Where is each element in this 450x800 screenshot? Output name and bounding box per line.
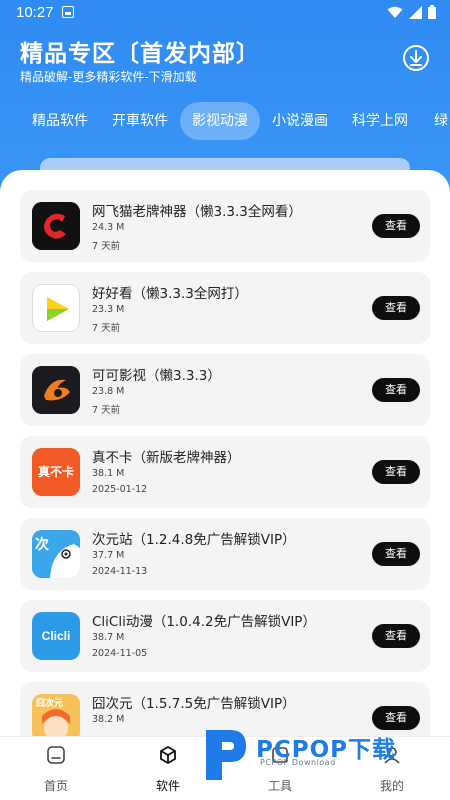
app-size: 37.7 M <box>92 550 125 561</box>
play-triangle-icon <box>32 284 80 332</box>
view-button[interactable]: 查看 <box>372 378 420 402</box>
battery-icon <box>428 5 436 19</box>
jiong-anime-icon: 囧次元 <box>32 694 80 742</box>
signal-icon <box>409 5 422 19</box>
app-card[interactable]: Clicli CliCli动漫（1.0.4.2免广告解锁VIP） 38.7 M … <box>20 600 430 672</box>
app-card[interactable]: 网飞猫老牌神器（懒3.3.3全网看） 24.3 M 7 天前 查看 <box>20 190 430 262</box>
watermark-sub: PCPOP Download <box>260 758 336 767</box>
tab-jingpin[interactable]: 精品软件 <box>22 102 98 140</box>
tab-yingshi[interactable]: 影视动漫 <box>180 102 260 140</box>
app-size: 23.8 M <box>92 386 125 397</box>
wifi-icon <box>387 6 403 18</box>
app-name: 可可影视（懒3.3.3） <box>92 368 221 384</box>
status-icons <box>387 5 436 19</box>
app-name: 囧次元（1.5.7.5免广告解锁VIP） <box>92 696 296 712</box>
netflix-cat-icon <box>32 202 80 250</box>
download-icon[interactable] <box>402 44 430 72</box>
app-card[interactable]: 好好看（懒3.3.3全网打） 23.3 M 7 天前 查看 <box>20 272 430 344</box>
app-date: 7 天前 <box>92 405 121 416</box>
ciyuan-mascot-icon: 次 <box>32 530 80 578</box>
view-button[interactable]: 查看 <box>372 460 420 484</box>
watermark: PCPOP下载 PCPOP Download <box>200 716 440 786</box>
cube-icon <box>160 746 176 764</box>
app-card[interactable]: 次 次元站（1.2.4.8免广告解锁VIP） 37.7 M 2024-11-13… <box>20 518 430 590</box>
tab-kexue[interactable]: 科学上网 <box>342 102 418 140</box>
ciyuan-logo-text: 次 <box>35 537 49 553</box>
home-icon <box>47 746 65 764</box>
view-button[interactable]: 查看 <box>372 214 420 238</box>
app-card[interactable]: 可可影视（懒3.3.3） 23.8 M 7 天前 查看 <box>20 354 430 426</box>
view-button[interactable]: 查看 <box>372 624 420 648</box>
page-subtitle: 精品破解-更多精彩软件-下滑加载 <box>20 70 197 84</box>
app-date: 2025-01-12 <box>92 484 148 495</box>
zhenbuka-logo-text: 真不卡 <box>37 465 74 479</box>
category-tabs: 精品软件 开車软件 影视动漫 小说漫画 科学上网 绿 <box>0 102 450 142</box>
app-date: 7 天前 <box>92 323 121 334</box>
app-name: 次元站（1.2.4.8免广告解锁VIP） <box>92 532 296 548</box>
app-name: 网飞猫老牌神器（懒3.3.3全网看） <box>92 204 302 220</box>
view-button[interactable]: 查看 <box>372 296 420 320</box>
status-time: 10:27 <box>16 4 54 21</box>
status-bar: 10:27 <box>0 0 450 26</box>
app-size: 38.1 M <box>92 468 125 479</box>
app-name: 真不卡（新版老牌神器） <box>92 450 241 466</box>
tab-lv[interactable]: 绿 <box>426 102 450 140</box>
app-name: CliCli动漫（1.0.4.2免广告解锁VIP） <box>92 614 316 630</box>
app-date: 2024-11-05 <box>92 648 148 659</box>
app-list-panel: 网飞猫老牌神器（懒3.3.3全网看） 24.3 M 7 天前 查看 好好看（懒3… <box>0 170 450 800</box>
clicli-logo-text: Clicli <box>41 629 71 643</box>
page-title: 精品专区〔首发内部〕 <box>20 41 260 67</box>
view-button[interactable]: 查看 <box>372 542 420 566</box>
jiong-logo-text: 囧次元 <box>36 699 64 709</box>
tab-xiaoshuo[interactable]: 小说漫画 <box>262 102 338 140</box>
nav-home[interactable]: 首页 <box>0 737 112 800</box>
app-name: 好好看（懒3.3.3全网打） <box>92 286 248 302</box>
app-card[interactable]: 真不卡 真不卡（新版老牌神器） 38.1 M 2025-01-12 查看 <box>20 436 430 508</box>
keke-swirl-icon <box>32 366 80 414</box>
app-date: 7 天前 <box>92 241 121 252</box>
app-size: 24.3 M <box>92 222 125 233</box>
tab-kaiche[interactable]: 开車软件 <box>102 102 178 140</box>
clicli-logo-icon: Clicli <box>32 612 80 660</box>
app-size: 23.3 M <box>92 304 125 315</box>
nav-home-label: 首页 <box>43 779 68 793</box>
app-date: 2024-11-13 <box>92 566 148 577</box>
app-size: 38.7 M <box>92 632 125 643</box>
zhenbuka-icon: 真不卡 <box>32 448 80 496</box>
notification-icon <box>62 6 74 18</box>
pcpop-logo-icon <box>206 730 246 780</box>
app-size: 38.2 M <box>92 714 125 725</box>
